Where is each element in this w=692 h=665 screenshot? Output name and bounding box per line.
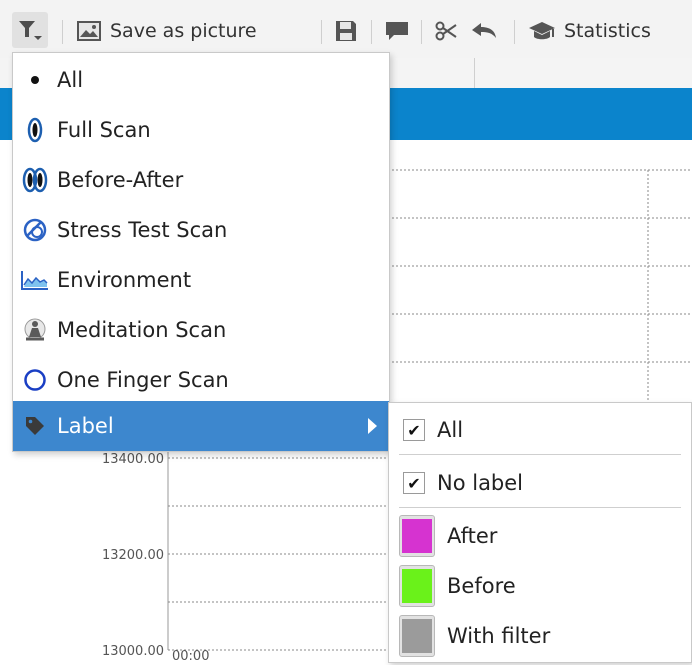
menu-item-meditation-scan[interactable]: Meditation Scan	[13, 305, 389, 355]
submenu-item-no-label[interactable]: ✔ No label	[389, 458, 691, 508]
menu-item-full-scan[interactable]: Full Scan	[13, 105, 389, 155]
toolbar-separator	[321, 20, 322, 44]
before-after-icon	[22, 167, 48, 193]
menu-item-before-after[interactable]: Before-After	[13, 155, 389, 205]
filter-funnel-icon	[19, 21, 42, 40]
submenu-item-label: Before	[447, 574, 516, 598]
tab-divider	[474, 58, 475, 88]
menu-item-label: Environment	[57, 268, 192, 292]
toolbar-separator	[371, 20, 372, 44]
filter-menu: All Full Scan Before-After Stress Test S…	[12, 52, 390, 452]
y-tick-label: 13000.00	[102, 644, 164, 659]
statistics-label: Statistics	[564, 20, 651, 42]
save-as-picture-button[interactable]: Save as picture	[76, 14, 257, 48]
scissors-icon	[435, 21, 457, 41]
x-tick-label: 00:00	[172, 649, 209, 661]
menu-item-label: Meditation Scan	[57, 318, 227, 342]
menu-item-label: One Finger Scan	[57, 368, 229, 392]
bullet-icon	[31, 76, 39, 84]
submenu-separator	[399, 454, 681, 455]
comment-icon	[386, 22, 408, 40]
menu-item-label: Label	[57, 414, 114, 438]
color-swatch	[399, 565, 435, 607]
toolbar-separator	[62, 20, 63, 44]
color-swatch	[399, 515, 435, 557]
menu-item-label: Full Scan	[57, 118, 151, 142]
y-tick-label: 13200.00	[102, 548, 164, 563]
toolbar-separator	[421, 20, 422, 44]
color-swatch	[399, 615, 435, 657]
save-as-picture-label: Save as picture	[110, 20, 257, 42]
menu-item-label-submenu[interactable]: Label	[13, 401, 389, 451]
save-button[interactable]	[334, 14, 358, 48]
full-scan-icon	[27, 117, 43, 143]
undo-button[interactable]	[470, 14, 498, 48]
submenu-separator	[399, 507, 681, 508]
menu-item-one-finger-scan[interactable]: One Finger Scan	[13, 355, 389, 405]
submenu-item-label: All	[437, 418, 464, 442]
submenu-item-after[interactable]: After	[389, 511, 691, 561]
graduation-cap-icon	[529, 22, 555, 40]
submenu-item-label: With filter	[447, 624, 551, 648]
environment-icon	[21, 271, 48, 290]
menu-item-label: Stress Test Scan	[57, 218, 228, 242]
menu-item-label: Before-After	[57, 168, 184, 192]
checkbox-checked[interactable]: ✔	[403, 472, 425, 494]
meditation-icon	[24, 318, 46, 341]
menu-item-all[interactable]: All	[13, 55, 389, 105]
submenu-item-label: No label	[437, 471, 524, 495]
checkbox-checked[interactable]: ✔	[403, 419, 425, 441]
submenu-item-all[interactable]: ✔ All	[389, 405, 691, 455]
one-finger-icon	[24, 369, 46, 391]
submenu-item-with-filter[interactable]: With filter	[389, 611, 691, 661]
comment-button[interactable]	[384, 14, 410, 48]
toolbar: Save as picture Statistics	[0, 0, 692, 58]
cut-button[interactable]	[434, 14, 458, 48]
picture-icon	[77, 21, 101, 41]
y-tick-label: 13400.00	[102, 452, 164, 467]
toolbar-separator	[514, 20, 515, 44]
undo-arrow-icon	[472, 23, 496, 38]
menu-item-environment[interactable]: Environment	[13, 255, 389, 305]
filter-dropdown-button[interactable]	[12, 12, 48, 48]
floppy-disk-icon	[336, 21, 356, 41]
submenu-item-label: After	[447, 524, 498, 548]
statistics-button[interactable]: Statistics	[528, 14, 651, 48]
menu-item-label: All	[57, 68, 84, 92]
submenu-arrow-icon	[368, 418, 377, 434]
label-submenu: ✔ All ✔ No label After Before With filte…	[388, 402, 692, 663]
tag-icon	[26, 417, 44, 435]
menu-item-stress-test-scan[interactable]: Stress Test Scan	[13, 205, 389, 255]
submenu-item-before[interactable]: Before	[389, 561, 691, 611]
stress-test-icon	[23, 218, 47, 242]
